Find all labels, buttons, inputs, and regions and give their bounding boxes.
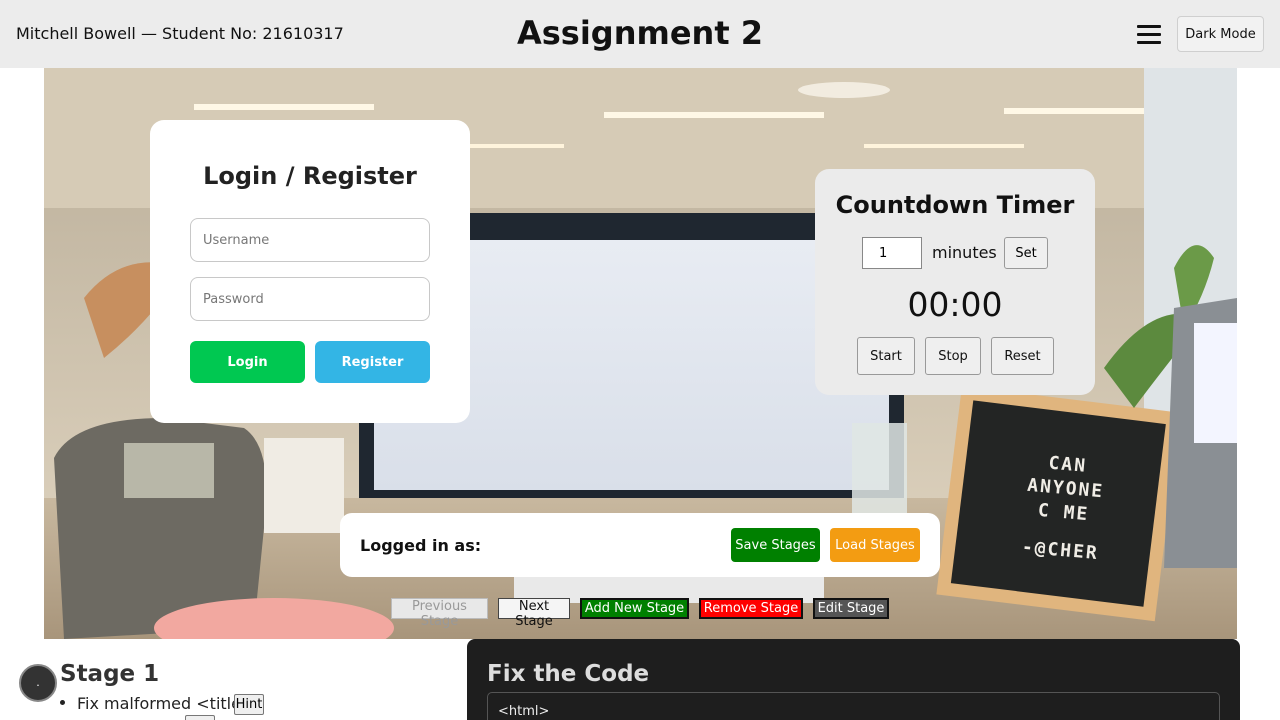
letter-board: CAN ANYONE C ME -@CHER bbox=[989, 447, 1138, 569]
start-button[interactable]: Start bbox=[857, 337, 915, 375]
countdown-timer-card: Countdown Timer minutes Set 00:00 Start … bbox=[815, 169, 1095, 395]
minutes-input[interactable] bbox=[862, 237, 922, 269]
previous-stage-button[interactable]: Previous Stage bbox=[391, 598, 488, 629]
next-stage-button[interactable]: Next Stage bbox=[498, 598, 570, 629]
floating-action-button[interactable]: . bbox=[19, 664, 57, 702]
timer-display: 00:00 bbox=[907, 285, 1003, 324]
minutes-label: minutes bbox=[932, 243, 997, 262]
stop-button[interactable]: Stop bbox=[925, 337, 981, 375]
reset-button[interactable]: Reset bbox=[991, 337, 1054, 375]
password-input[interactable] bbox=[190, 277, 430, 321]
add-stage-button[interactable]: Add New Stage bbox=[580, 598, 689, 619]
register-button[interactable]: Register bbox=[315, 341, 430, 383]
username-input[interactable] bbox=[190, 218, 430, 262]
page-header: Mitchell Bowell — Student No: 21610317 A… bbox=[0, 0, 1280, 68]
bullet-icon bbox=[60, 700, 65, 705]
dark-mode-button[interactable]: Dark Mode bbox=[1177, 16, 1264, 52]
edit-stage-button[interactable]: Edit Stage bbox=[813, 598, 889, 619]
session-bar: Logged in as: Save Stages Load Stages bbox=[340, 513, 940, 577]
login-button[interactable]: Login bbox=[190, 341, 305, 383]
stage-panel: Stage 1 Fix malformed <title> Hint bbox=[44, 639, 447, 720]
login-card: Login / Register Login Register bbox=[150, 120, 470, 423]
stage-title: Stage 1 bbox=[60, 661, 160, 687]
hint-button-partial[interactable] bbox=[185, 715, 215, 720]
login-title: Login / Register bbox=[203, 162, 417, 190]
logged-in-label: Logged in as: bbox=[360, 536, 482, 555]
stage-task-text: Fix malformed <title> bbox=[77, 694, 255, 713]
remove-stage-button[interactable]: Remove Stage bbox=[699, 598, 803, 619]
hint-button[interactable]: Hint bbox=[234, 694, 264, 715]
load-stages-button[interactable]: Load Stages bbox=[830, 528, 920, 562]
code-panel-title: Fix the Code bbox=[487, 661, 650, 687]
timer-title: Countdown Timer bbox=[835, 191, 1075, 219]
page-title: Assignment 2 bbox=[516, 14, 764, 52]
save-stages-button[interactable]: Save Stages bbox=[731, 528, 820, 562]
set-button[interactable]: Set bbox=[1004, 237, 1048, 269]
hamburger-icon[interactable] bbox=[1137, 25, 1161, 44]
code-panel: Fix the Code <html> bbox=[467, 639, 1240, 720]
code-editor[interactable]: <html> bbox=[487, 692, 1220, 720]
stage-task-item: Fix malformed <title> bbox=[60, 694, 254, 713]
